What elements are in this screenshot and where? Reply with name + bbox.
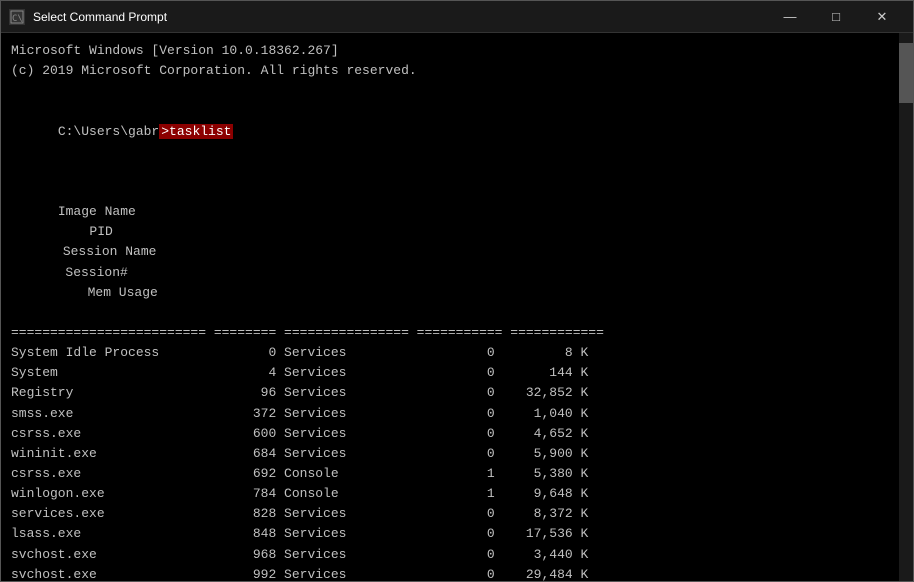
intro-line-2: (c) 2019 Microsoft Corporation. All righ… <box>11 61 903 81</box>
table-row: wininit.exe 684 Services 0 5,900 K <box>11 444 903 464</box>
svg-text:C\: C\ <box>12 14 23 24</box>
separator-line: ========================= ======== =====… <box>11 323 903 343</box>
prompt-text: C:\Users\gabr <box>58 124 159 139</box>
col-header-mem: Mem Usage <box>58 283 158 303</box>
scrollbar[interactable] <box>899 33 913 581</box>
table-row: services.exe 828 Services 0 8,372 K <box>11 504 903 524</box>
table-row: csrss.exe 692 Console 1 5,380 K <box>11 464 903 484</box>
command-prompt-window: C\ Select Command Prompt — □ ✕ Microsoft… <box>0 0 914 582</box>
table-row: lsass.exe 848 Services 0 17,536 K <box>11 524 903 544</box>
table-row: System Idle Process 0 Services 0 8 K <box>11 343 903 363</box>
minimize-button[interactable]: — <box>767 1 813 33</box>
table-row: svchost.exe 968 Services 0 3,440 K <box>11 545 903 565</box>
table-row: winlogon.exe 784 Console 1 9,648 K <box>11 484 903 504</box>
blank-line-2 <box>11 162 903 182</box>
close-button[interactable]: ✕ <box>859 1 905 33</box>
blank-line-1 <box>11 81 903 101</box>
col-header-snum: Session# <box>58 263 128 283</box>
titlebar: C\ Select Command Prompt — □ ✕ <box>1 1 913 33</box>
table-row: csrss.exe 600 Services 0 4,652 K <box>11 424 903 444</box>
prompt-line: C:\Users\gabr>tasklist <box>11 101 903 161</box>
col-header-image: Image Name <box>58 202 258 222</box>
scrollbar-thumb[interactable] <box>899 43 913 103</box>
command-highlight: >tasklist <box>159 124 233 139</box>
table-row: System 4 Services 0 144 K <box>11 363 903 383</box>
table-row: Registry 96 Services 0 32,852 K <box>11 383 903 403</box>
process-table: System Idle Process 0 Services 0 8 KSyst… <box>11 343 903 581</box>
table-row: svchost.exe 992 Services 0 29,484 K <box>11 565 903 581</box>
maximize-button[interactable]: □ <box>813 1 859 33</box>
intro-line-1: Microsoft Windows [Version 10.0.18362.26… <box>11 41 903 61</box>
table-header: Image Name PID Session Name Session# Mem… <box>11 182 903 323</box>
col-header-pid: PID <box>58 222 113 242</box>
window-title: Select Command Prompt <box>33 10 767 24</box>
col-header-session: Session Name <box>58 242 163 262</box>
window-controls: — □ ✕ <box>767 1 905 33</box>
table-row: smss.exe 372 Services 0 1,040 K <box>11 404 903 424</box>
window-icon: C\ <box>9 9 25 25</box>
terminal-content[interactable]: Microsoft Windows [Version 10.0.18362.26… <box>1 33 913 581</box>
